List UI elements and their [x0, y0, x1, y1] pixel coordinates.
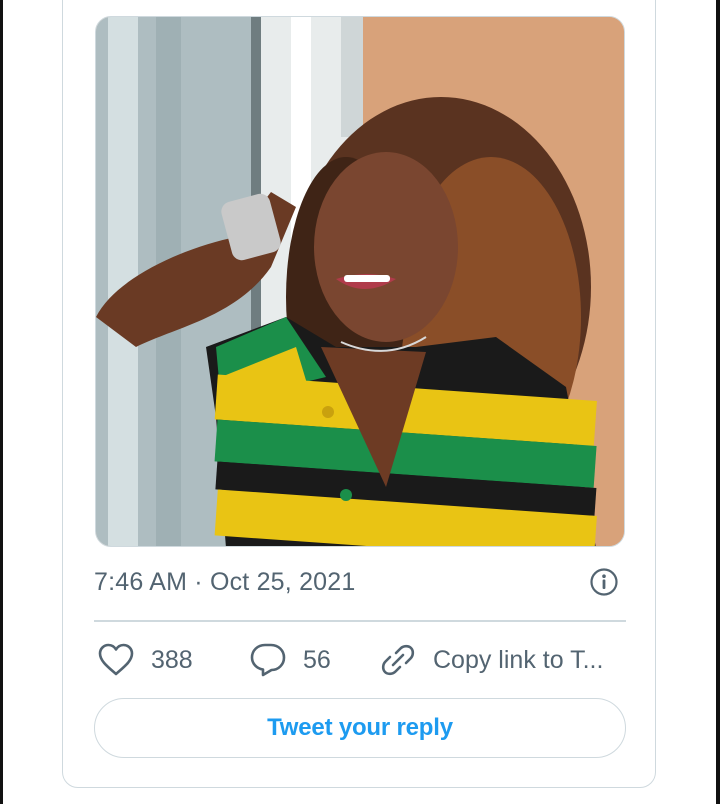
info-icon-graphic	[590, 568, 618, 596]
copy-link-label: Copy link to T...	[433, 645, 604, 674]
reply-button[interactable]: 56	[248, 638, 331, 682]
tweet-timestamp[interactable]: 7:46 AM · Oct 25, 2021	[94, 562, 356, 602]
like-count: 388	[151, 645, 193, 674]
photo-illustration	[96, 17, 624, 546]
divider	[94, 620, 626, 622]
speech-bubble-icon	[248, 640, 288, 680]
screen-edge-right	[716, 0, 720, 804]
reply-count: 56	[303, 645, 331, 674]
copy-link-button[interactable]: Copy link to T...	[378, 638, 603, 682]
tweet-photo[interactable]	[95, 16, 625, 547]
tweet-your-reply-button[interactable]: Tweet your reply	[94, 698, 626, 758]
link-icon	[378, 640, 418, 680]
like-button[interactable]: 388	[96, 638, 193, 682]
heart-icon	[96, 640, 136, 680]
screen-edge-left	[0, 0, 3, 804]
info-icon[interactable]	[589, 567, 619, 597]
